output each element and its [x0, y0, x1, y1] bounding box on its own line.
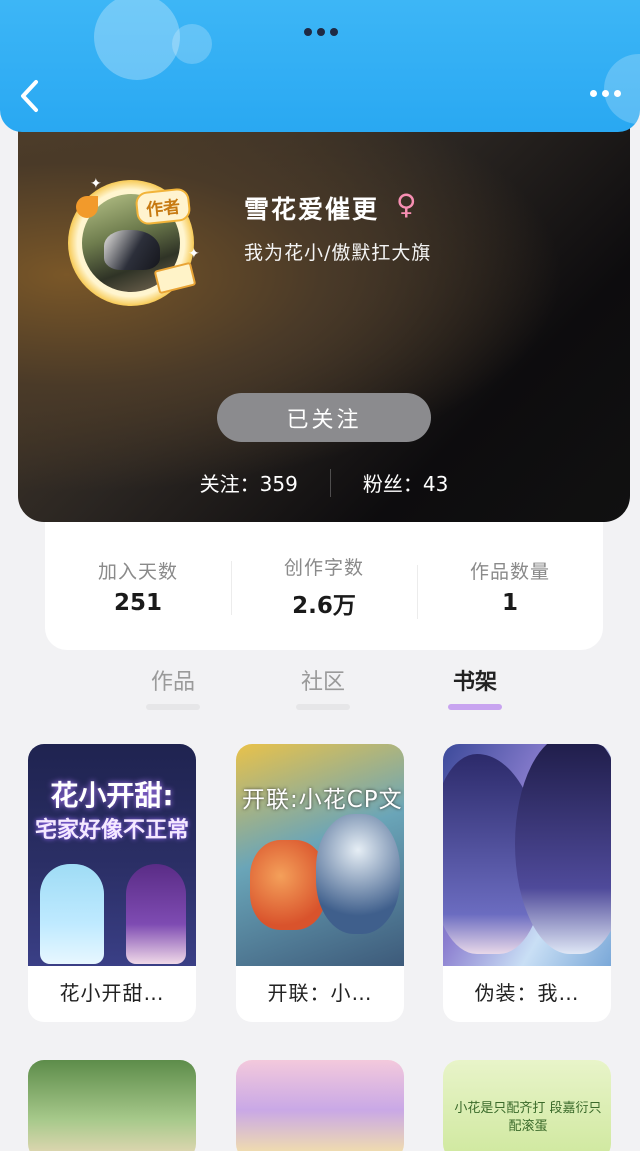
cover-title: 小花是只配齐打 段嘉衍只配滚蛋	[454, 1101, 602, 1134]
tab-label: 书架	[452, 670, 497, 695]
cover-title: 花小开甜:	[50, 779, 174, 812]
stat-value: 2.6万	[292, 592, 356, 619]
stat-value: 1	[501, 589, 518, 616]
top-bar	[0, 0, 640, 132]
stat-word-count: 创作字数 2.6万	[231, 553, 417, 620]
stats-card: 加入天数 251 创作字数 2.6万 作品数量 1	[45, 522, 603, 650]
decor-bubble	[94, 0, 180, 80]
tab-community[interactable]: 社区	[293, 664, 353, 710]
book-cover	[236, 1060, 404, 1151]
book-title: 伪装：我…	[474, 981, 580, 1005]
sparkle-icon: ✦	[188, 246, 200, 262]
cover-title: 开联:小花CP文	[242, 787, 403, 813]
cover-character	[126, 864, 186, 964]
female-icon: ♀	[396, 188, 417, 221]
book-card[interactable]: 小花是只配齐打 段嘉衍只配滚蛋	[443, 1060, 611, 1151]
cover-character	[40, 864, 104, 964]
profile-tabs: 作品 社区 书架	[0, 664, 640, 716]
stat-label: 作品数量	[469, 560, 550, 583]
tab-indicator	[448, 704, 502, 710]
decor-bubble	[172, 24, 212, 64]
cover-character	[250, 840, 326, 930]
tab-label: 社区	[300, 670, 345, 695]
username: 雪花爱催更	[244, 195, 380, 224]
tab-works[interactable]: 作品	[143, 664, 203, 710]
book-cover	[443, 744, 611, 966]
follow-stats: 关注：359 粉丝：43	[18, 468, 630, 497]
decor-bubble	[604, 54, 640, 124]
more-dots-icon[interactable]	[590, 90, 621, 97]
tab-label: 作品	[150, 670, 195, 695]
tab-indicator	[296, 704, 350, 710]
following-count[interactable]: 关注：359	[168, 468, 330, 497]
stat-label: 创作字数	[283, 556, 364, 579]
stat-label: 加入天数	[97, 560, 178, 583]
profile-header: 作者 ✦ ✦ 雪花爱催更 ♀ 我为花小/傲默扛大旗 已关注 关注：359 粉丝：…	[18, 110, 630, 522]
cover-subtitle: 宅家好像不正常	[34, 818, 189, 843]
tab-bookshelf[interactable]: 书架	[445, 664, 505, 710]
book-card[interactable]	[28, 1060, 196, 1151]
book-card[interactable]	[236, 1060, 404, 1151]
leaf-icon	[76, 196, 98, 218]
tab-indicator	[146, 704, 200, 710]
user-motto: 我为花小/傲默扛大旗	[244, 242, 432, 264]
book-cover: 开联:小花CP文	[236, 744, 404, 966]
book-cover	[28, 1060, 196, 1151]
author-badge: 作者	[134, 187, 192, 226]
drag-handle[interactable]	[304, 28, 338, 36]
chevron-left-icon[interactable]	[16, 78, 42, 114]
stat-join-days: 加入天数 251	[45, 557, 231, 616]
sparkle-icon: ✦	[90, 176, 102, 192]
stat-works-count: 作品数量 1	[417, 557, 603, 619]
book-title: 花小开甜…	[59, 981, 165, 1005]
stat-value: 251	[113, 589, 162, 616]
follow-button[interactable]: 已关注	[217, 393, 431, 442]
book-cover: 花小开甜: 宅家好像不正常	[28, 744, 196, 966]
book-title: 开联：小…	[267, 981, 373, 1005]
book-card[interactable]: 花小开甜: 宅家好像不正常 花小开甜…	[28, 744, 196, 1022]
cover-character	[316, 814, 400, 934]
followers-count[interactable]: 粉丝：43	[331, 468, 480, 497]
book-cover: 小花是只配齐打 段嘉衍只配滚蛋	[443, 1060, 611, 1151]
book-card[interactable]: 开联:小花CP文 开联：小…	[236, 744, 404, 1022]
book-card[interactable]: 伪装：我…	[443, 744, 611, 1022]
